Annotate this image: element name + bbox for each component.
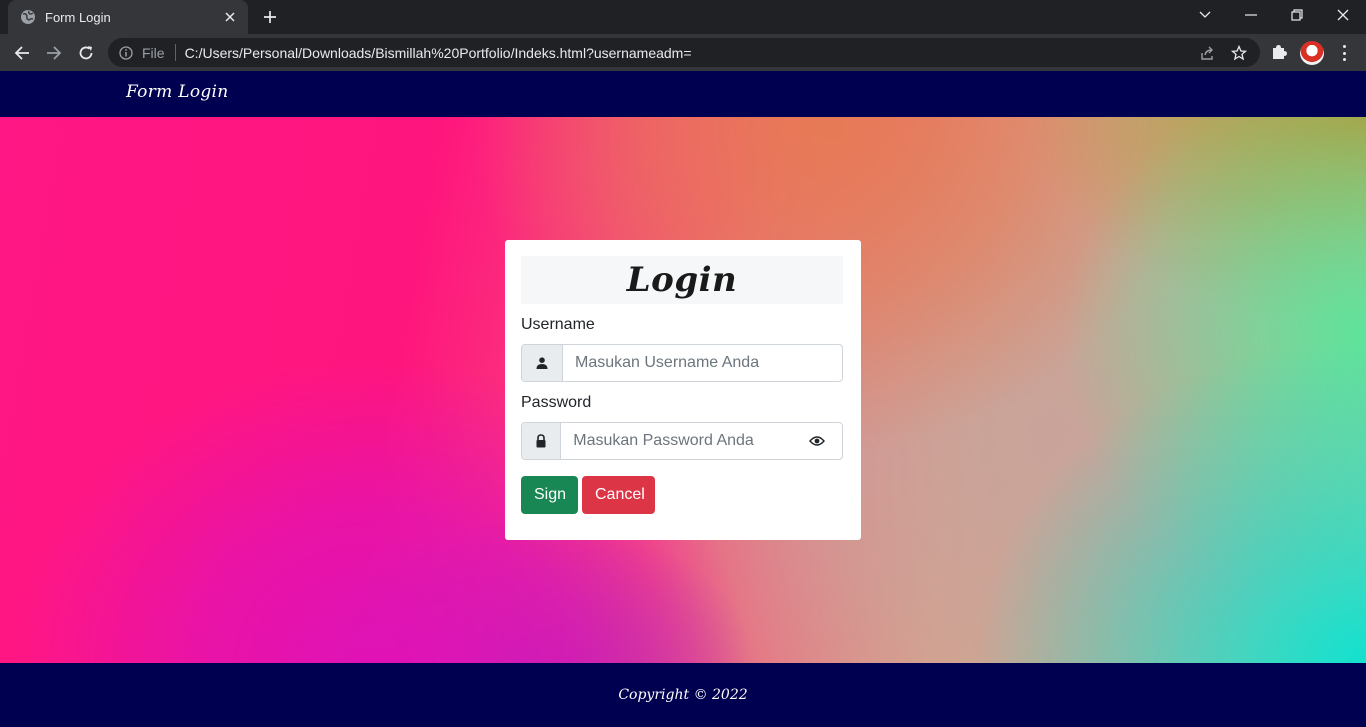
login-title: Login — [626, 260, 738, 300]
eye-icon[interactable] — [792, 423, 842, 459]
window-close-icon[interactable] — [1320, 0, 1366, 30]
back-icon[interactable] — [8, 39, 36, 67]
username-input[interactable] — [563, 345, 842, 381]
new-tab-icon[interactable] — [259, 6, 281, 28]
page-viewport: Form Login Login Username Password — [0, 71, 1366, 727]
lock-icon — [522, 423, 562, 459]
restore-icon[interactable] — [1274, 0, 1320, 30]
user-icon — [522, 345, 563, 381]
browser-tab[interactable]: Form Login — [8, 0, 248, 34]
globe-icon — [20, 9, 36, 25]
puzzle-icon[interactable] — [1270, 43, 1288, 61]
browser-toolbar: File C:/Users/Personal/Downloads/Bismill… — [0, 34, 1366, 71]
button-row: Sign Cancel — [521, 476, 845, 514]
login-card: Login Username Password Sign — [505, 240, 861, 540]
password-group — [521, 422, 843, 460]
star-icon[interactable] — [1231, 45, 1247, 61]
password-label: Password — [521, 394, 592, 411]
tab-title: Form Login — [45, 9, 111, 25]
cancel-button[interactable]: Cancel — [582, 476, 655, 514]
share-icon[interactable] — [1199, 45, 1215, 61]
password-input[interactable] — [561, 423, 793, 459]
minimize-icon[interactable] — [1228, 0, 1274, 30]
site-navbar: Form Login — [0, 71, 1366, 117]
navbar-brand[interactable]: Form Login — [126, 82, 229, 102]
forward-icon[interactable] — [40, 39, 68, 67]
site-footer: Copyright © 2022 — [0, 663, 1366, 727]
url-text[interactable]: C:/Users/Personal/Downloads/Bismillah%20… — [185, 45, 692, 61]
username-group — [521, 344, 843, 382]
address-bar[interactable]: File C:/Users/Personal/Downloads/Bismill… — [108, 38, 1260, 67]
gradient-background: Login Username Password Sign — [0, 117, 1366, 663]
sign-button[interactable]: Sign — [521, 476, 578, 514]
card-header: Login — [521, 256, 843, 304]
divider — [174, 44, 176, 61]
close-icon[interactable] — [222, 9, 238, 25]
username-label: Username — [521, 316, 595, 333]
tab-strip: Form Login — [0, 0, 1366, 34]
copyright-text: Copyright © 2022 — [618, 687, 748, 703]
menu-icon[interactable] — [1336, 43, 1352, 63]
chevron-down-icon[interactable] — [1182, 0, 1228, 30]
reload-icon[interactable] — [72, 39, 100, 67]
info-icon[interactable] — [119, 45, 133, 60]
scheme-label: File — [142, 44, 165, 61]
profile-avatar[interactable] — [1300, 41, 1324, 65]
